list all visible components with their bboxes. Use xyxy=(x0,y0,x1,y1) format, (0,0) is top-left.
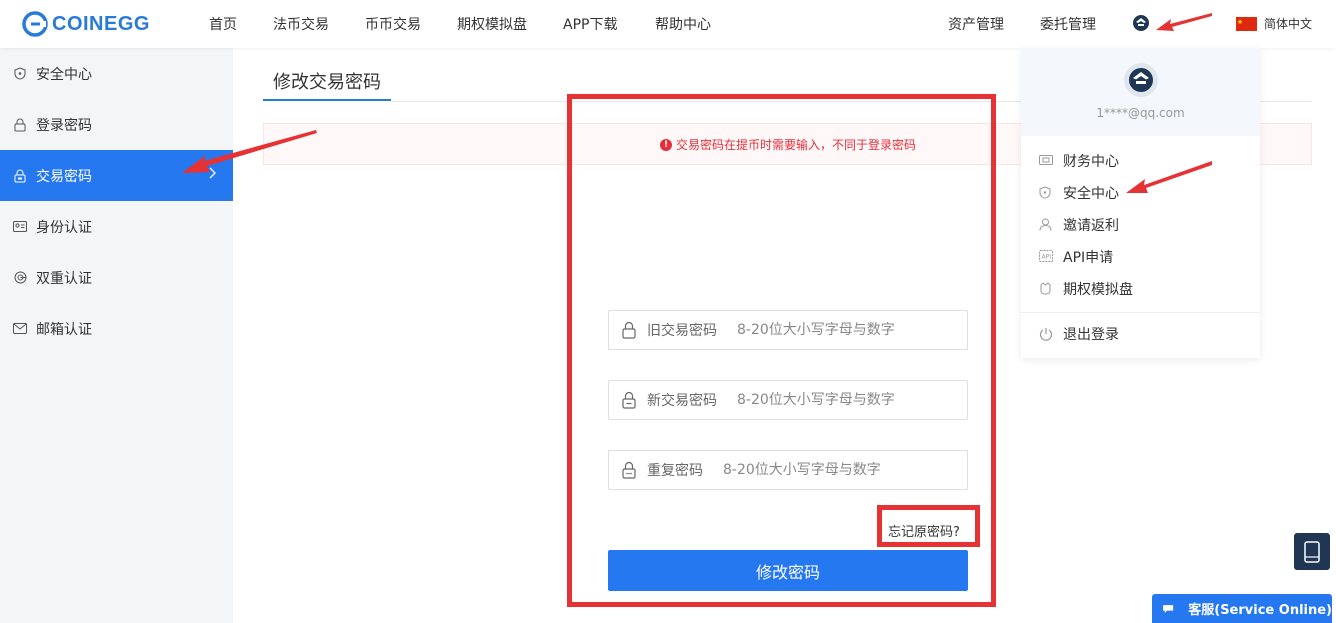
language-selector[interactable]: 简体中文 xyxy=(1264,15,1312,32)
logo-text: COINEGG xyxy=(52,12,150,35)
tablet-icon xyxy=(1304,540,1320,563)
dropdown-item-api[interactable]: API API申请 xyxy=(1039,246,1113,268)
field-label: 重复密码 xyxy=(647,463,703,479)
dropdown-item-options-sim[interactable]: 期权模拟盘 xyxy=(1039,278,1133,300)
dropdown-item-invite[interactable]: 邀请返利 xyxy=(1039,214,1119,236)
dropdown-item-label: 安全中心 xyxy=(1063,186,1119,202)
nav-coin-trade[interactable]: 币币交易 xyxy=(365,14,421,34)
sidebar-item-login-password[interactable]: 登录密码 xyxy=(0,99,233,150)
field-label: 新交易密码 xyxy=(647,393,717,409)
change-password-button[interactable]: 修改密码 xyxy=(608,550,968,591)
old-trade-password-field[interactable]: 旧交易密码 xyxy=(608,310,968,350)
user-avatar-icon xyxy=(1123,62,1159,102)
svg-text:API: API xyxy=(1042,254,1052,261)
top-navbar: COINEGG 首页 法币交易 币币交易 期权模拟盘 APP下载 帮助中心 资产… xyxy=(0,0,1336,48)
customer-service-button[interactable]: 客服(Service Online) xyxy=(1152,594,1332,623)
dropdown-item-label: 期权模拟盘 xyxy=(1063,282,1133,298)
id-card-icon xyxy=(13,220,27,234)
forgot-password-link[interactable]: 忘记原密码? xyxy=(888,521,960,540)
google-auth-icon xyxy=(13,271,27,285)
repeat-password-input[interactable] xyxy=(723,462,967,478)
lock-icon xyxy=(13,118,27,132)
sidebar: 安全中心 登录密码 交易密码 身份认证 双重认证 邮箱认证 xyxy=(0,48,233,623)
shield-icon xyxy=(1039,186,1053,200)
chevron-right-icon xyxy=(209,167,217,183)
dropdown-item-security-center[interactable]: 安全中心 xyxy=(1039,182,1119,204)
notice-text: 交易密码在提币时需要输入，不同于登录密码 xyxy=(676,138,917,152)
user-dropdown-menu: 1****@qq.com 财务中心 安全中心 邀请返利 API API申请 期权… xyxy=(1021,48,1260,358)
user-email: 1****@qq.com xyxy=(1096,106,1185,120)
sidebar-item-label: 双重认证 xyxy=(36,270,92,287)
service-label: 客服(Service Online) xyxy=(1188,603,1332,618)
new-trade-password-field[interactable]: 新交易密码 xyxy=(608,380,968,420)
nav-home[interactable]: 首页 xyxy=(209,14,237,34)
dropdown-header: 1****@qq.com xyxy=(1021,48,1260,136)
sidebar-item-security-center[interactable]: 安全中心 xyxy=(0,48,233,99)
dropdown-item-label: 退出登录 xyxy=(1063,327,1119,343)
lock-icon xyxy=(622,461,636,479)
sidebar-item-label: 邮箱认证 xyxy=(36,321,92,338)
nav-order-management[interactable]: 委托管理 xyxy=(1040,14,1096,34)
lock-icon xyxy=(622,391,636,409)
dropdown-item-finance[interactable]: 财务中心 xyxy=(1039,150,1119,172)
nav-app-download[interactable]: APP下载 xyxy=(563,14,617,34)
sidebar-item-identity[interactable]: 身份认证 xyxy=(0,201,233,252)
sidebar-item-trade-password[interactable]: 交易密码 xyxy=(0,150,233,201)
nav-fiat-trade[interactable]: 法币交易 xyxy=(273,14,329,34)
nav-options-sim[interactable]: 期权模拟盘 xyxy=(457,14,527,34)
sidebar-item-label: 交易密码 xyxy=(36,168,92,185)
field-label: 旧交易密码 xyxy=(647,323,717,339)
nav-asset-management[interactable]: 资产管理 xyxy=(948,14,1004,34)
power-icon xyxy=(1039,327,1053,341)
dropdown-item-logout[interactable]: 退出登录 xyxy=(1039,323,1119,345)
sidebar-item-label: 登录密码 xyxy=(36,117,92,134)
repeat-password-field[interactable]: 重复密码 xyxy=(608,450,968,490)
sidebar-item-label: 安全中心 xyxy=(36,66,92,83)
logo[interactable]: COINEGG xyxy=(22,11,150,37)
page-title: 修改交易密码 xyxy=(263,68,391,101)
api-icon: API xyxy=(1039,250,1053,264)
chat-bubble-icon xyxy=(1163,604,1174,613)
nav-help-center[interactable]: 帮助中心 xyxy=(655,14,711,34)
shield-icon xyxy=(13,67,27,81)
tablet-app-button[interactable] xyxy=(1294,533,1330,570)
user-avatar-icon[interactable] xyxy=(1132,14,1150,36)
sidebar-item-two-factor[interactable]: 双重认证 xyxy=(0,252,233,303)
lock-icon xyxy=(622,321,636,339)
mail-icon xyxy=(13,322,27,336)
coinegg-logo-icon xyxy=(22,11,48,37)
old-trade-password-input[interactable] xyxy=(737,322,967,338)
alert-icon: ! xyxy=(660,138,672,151)
wallet-icon xyxy=(1039,154,1053,168)
sidebar-item-email[interactable]: 邮箱认证 xyxy=(0,303,233,354)
new-trade-password-input[interactable] xyxy=(737,392,967,408)
person-icon xyxy=(1039,218,1053,232)
china-flag-icon xyxy=(1236,16,1257,35)
sidebar-item-label: 身份认证 xyxy=(36,219,92,236)
dropdown-item-label: 邀请返利 xyxy=(1063,218,1119,234)
dropdown-divider xyxy=(1021,312,1260,313)
notice-message: ! 交易密码在提币时需要输入，不同于登录密码 xyxy=(660,136,916,153)
dropdown-item-label: 财务中心 xyxy=(1063,154,1119,170)
dropdown-item-label: API申请 xyxy=(1063,250,1114,266)
options-icon xyxy=(1039,282,1053,296)
lock-icon xyxy=(13,169,27,183)
